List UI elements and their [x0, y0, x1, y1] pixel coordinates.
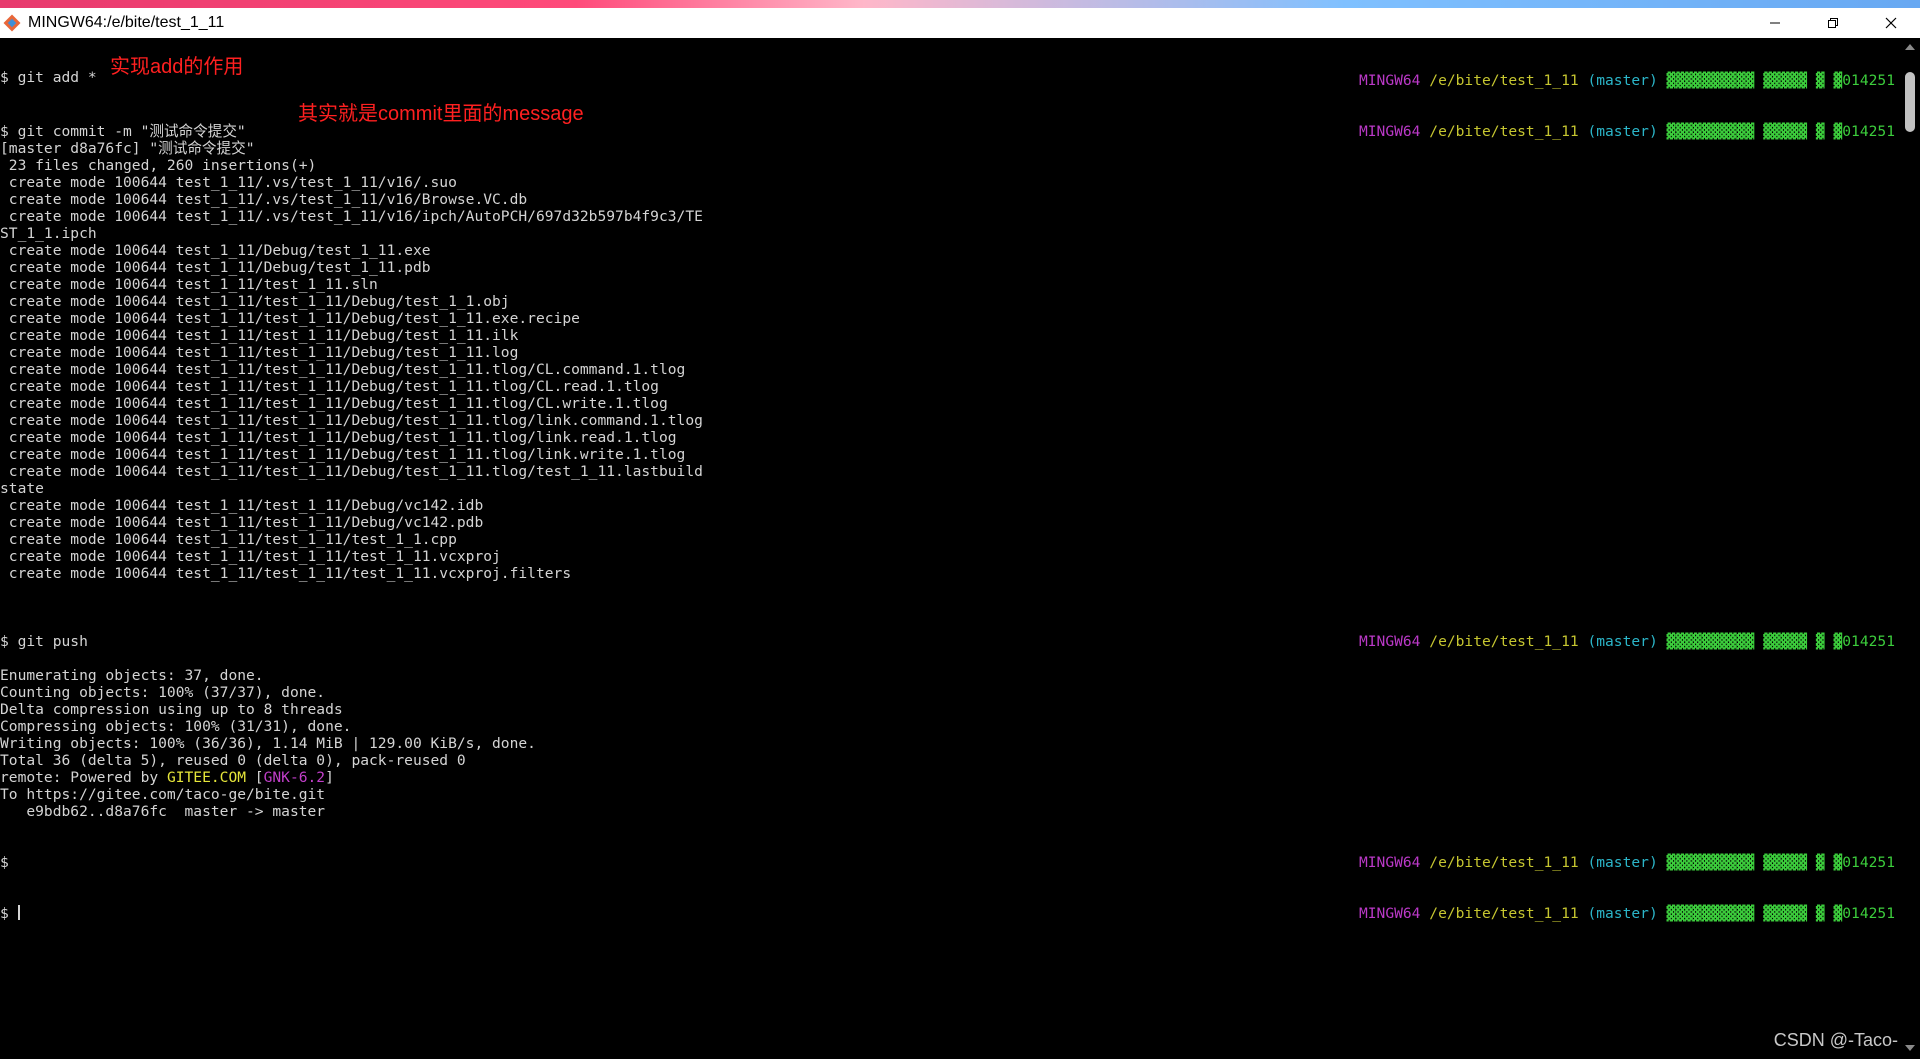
command-git-add: $ git add *: [0, 69, 97, 86]
text-cursor: [17, 905, 20, 920]
output-line: create mode 100644 test_1_11/test_1_11/t…: [0, 531, 457, 548]
prompt-branch: (master): [1587, 123, 1658, 140]
prompt-path: /e/bite/test_1_11: [1429, 905, 1579, 922]
output-line: Total 36 (delta 5), reused 0 (delta 0), …: [0, 752, 466, 769]
csdn-watermark: CSDN @-Taco-: [1773, 1030, 1898, 1050]
prompt-env: MINGW64: [1358, 633, 1421, 650]
output-line: [master d8a76fc] "测试命令提交": [0, 140, 255, 157]
restore-button[interactable]: [1804, 8, 1862, 38]
window-title: MINGW64:/e/bite/test_1_11: [28, 14, 225, 31]
command-git-commit: $ git commit -m "测试命令提交": [0, 123, 246, 140]
output-line: ST_1_1.ipch: [0, 225, 97, 242]
empty-command: $: [0, 854, 9, 871]
output-line: Delta compression using up to 8 threads: [0, 701, 343, 718]
annotation-commit: 其实就是commit里面的message: [298, 103, 584, 125]
scroll-down-arrow-icon[interactable]: [1905, 1045, 1915, 1051]
terminal-area[interactable]: MINGW64 /e/bite/test_1_11 (master) ▓▓▓▓▓…: [0, 38, 1900, 1059]
final-prompt: $: [0, 905, 18, 922]
output-line: create mode 100644 test_1_11/Debug/test_…: [0, 242, 431, 259]
output-line: create mode 100644 test_1_11/test_1_11/D…: [0, 378, 659, 395]
shell-prompt: MINGW64 /e/bite/test_1_11 (master) ▓▓▓▓▓…: [1306, 837, 1895, 871]
shell-prompt: MINGW64 /e/bite/test_1_11 (master) ▓▓▓▓▓…: [1306, 106, 1895, 140]
output-line: create mode 100644 test_1_11/.vs/test_1_…: [0, 191, 528, 208]
output-line: create mode 100644 test_1_11/test_1_11/t…: [0, 548, 501, 565]
scroll-thumb[interactable]: [1905, 72, 1915, 132]
output-line: create mode 100644 test_1_11/.vs/test_1_…: [0, 174, 457, 191]
prompt-meta: ▓▓▓▓▓▓▓▓▓▓ ▓▓▓▓▓ ▓ ▓014251: [1666, 633, 1895, 650]
minimize-button[interactable]: [1746, 8, 1804, 38]
prompt-env: MINGW64: [1358, 123, 1421, 140]
output-line: create mode 100644 test_1_11/test_1_11/D…: [0, 514, 484, 531]
vertical-scrollbar[interactable]: [1900, 38, 1920, 1059]
prompt-meta: ▓▓▓▓▓▓▓▓▓▓ ▓▓▓▓▓ ▓ ▓014251: [1666, 854, 1895, 871]
screen: MINGW64:/e/bite/test_1_11 MINGW64 /e/bit…: [0, 0, 1920, 1059]
output-line: 23 files changed, 260 insertions(+): [0, 157, 317, 174]
prompt-path: /e/bite/test_1_11: [1429, 72, 1579, 89]
output-line: create mode 100644 test_1_11/test_1_11/D…: [0, 344, 519, 361]
output-line: create mode 100644 test_1_11/test_1_11/D…: [0, 429, 677, 446]
top-taskbar-strip: [0, 0, 1920, 8]
output-line: create mode 100644 test_1_11/test_1_11/D…: [0, 293, 510, 310]
output-line: create mode 100644 test_1_11/test_1_11/D…: [0, 395, 668, 412]
output-line: create mode 100644 test_1_11/test_1_11/D…: [0, 327, 519, 344]
output-line: create mode 100644 test_1_11/.vs/test_1_…: [0, 208, 703, 225]
remote-open: [: [246, 769, 264, 786]
output-line: create mode 100644 test_1_11/Debug/test_…: [0, 259, 431, 276]
output-line: create mode 100644 test_1_11/test_1_11.s…: [0, 276, 378, 293]
prompt-env: MINGW64: [1358, 72, 1421, 89]
command-input-line[interactable]: $: [0, 905, 20, 922]
prompt-path: /e/bite/test_1_11: [1429, 854, 1579, 871]
output-line: state: [0, 480, 44, 497]
remote-gnk: GNK-6.2: [263, 769, 326, 786]
prompt-path: /e/bite/test_1_11: [1429, 633, 1579, 650]
window-titlebar[interactable]: MINGW64:/e/bite/test_1_11: [0, 8, 1920, 38]
prompt-meta: ▓▓▓▓▓▓▓▓▓▓ ▓▓▓▓▓ ▓ ▓014251: [1666, 72, 1895, 89]
minimize-icon: [1770, 22, 1780, 24]
remote-line: remote: Powered by GITEE.COM [GNK-6.2]: [0, 769, 334, 786]
prompt-meta: ▓▓▓▓▓▓▓▓▓▓ ▓▓▓▓▓ ▓ ▓014251: [1666, 905, 1895, 922]
output-line: create mode 100644 test_1_11/test_1_11/D…: [0, 497, 484, 514]
remote-close: ]: [325, 769, 334, 786]
prompt-branch: (master): [1587, 854, 1658, 871]
annotation-add: 实现add的作用: [110, 56, 244, 78]
shell-prompt: MINGW64 /e/bite/test_1_11 (master) ▓▓▓▓▓…: [1306, 55, 1895, 89]
prompt-env: MINGW64: [1358, 854, 1421, 871]
prompt-path: /e/bite/test_1_11: [1429, 123, 1579, 140]
output-line: To https://gitee.com/taco-ge/bite.git: [0, 786, 326, 803]
prompt-branch: (master): [1587, 72, 1658, 89]
prompt-branch: (master): [1587, 905, 1658, 922]
command-git-push: $ git push: [0, 633, 88, 650]
close-icon: [1885, 17, 1897, 29]
shell-prompt: MINGW64 /e/bite/test_1_11 (master) ▓▓▓▓▓…: [1306, 616, 1895, 650]
output-line: create mode 100644 test_1_11/test_1_11/t…: [0, 565, 572, 582]
prompt-env: MINGW64: [1358, 905, 1421, 922]
window-controls: [1746, 8, 1920, 38]
close-button[interactable]: [1862, 8, 1920, 38]
prompt-meta: ▓▓▓▓▓▓▓▓▓▓ ▓▓▓▓▓ ▓ ▓014251: [1666, 123, 1895, 140]
output-line: create mode 100644 test_1_11/test_1_11/D…: [0, 446, 686, 463]
output-line: create mode 100644 test_1_11/test_1_11/D…: [0, 463, 703, 480]
output-line: e9bdb62..d8a76fc master -> master: [0, 803, 326, 820]
scroll-up-arrow-icon[interactable]: [1905, 44, 1915, 50]
output-line: Compressing objects: 100% (31/31), done.: [0, 718, 352, 735]
prompt-branch: (master): [1587, 633, 1658, 650]
output-line: create mode 100644 test_1_11/test_1_11/D…: [0, 412, 703, 429]
output-line: Writing objects: 100% (36/36), 1.14 MiB …: [0, 735, 536, 752]
output-line: Counting objects: 100% (37/37), done.: [0, 684, 326, 701]
remote-gitee: GITEE.COM: [166, 769, 247, 786]
restore-icon: [1828, 18, 1838, 28]
output-line: Enumerating objects: 37, done.: [0, 667, 264, 684]
git-bash-icon: [2, 13, 22, 33]
remote-prefix: remote: Powered by: [0, 769, 167, 786]
shell-prompt: MINGW64 /e/bite/test_1_11 (master) ▓▓▓▓▓…: [1306, 888, 1895, 922]
output-line: create mode 100644 test_1_11/test_1_11/D…: [0, 310, 580, 327]
output-line: create mode 100644 test_1_11/test_1_11/D…: [0, 361, 686, 378]
